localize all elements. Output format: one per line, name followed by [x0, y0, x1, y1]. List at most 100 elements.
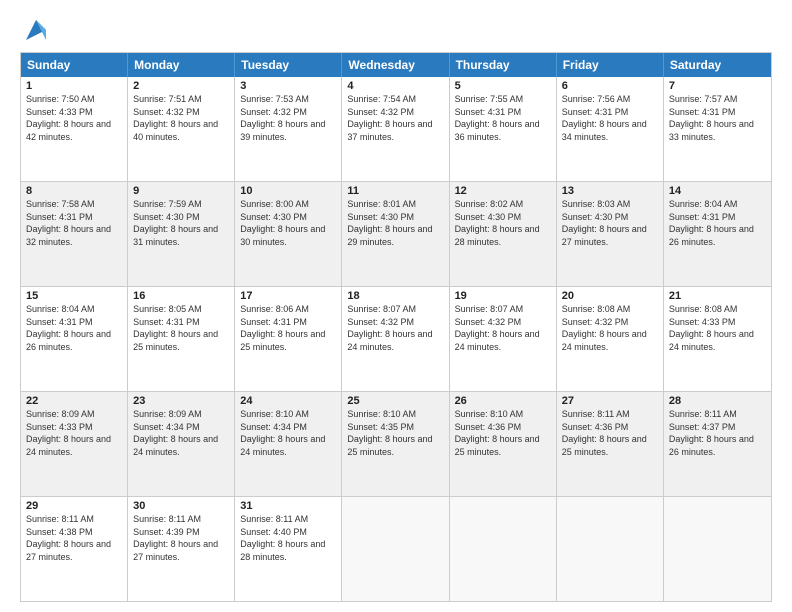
page: SundayMondayTuesdayWednesdayThursdayFrid…	[0, 0, 792, 612]
day-number: 22	[26, 395, 122, 407]
day-number: 17	[240, 290, 336, 302]
cell-info: Sunrise: 7:53 AM Sunset: 4:32 PM Dayligh…	[240, 94, 325, 142]
table-row: 18 Sunrise: 8:07 AM Sunset: 4:32 PM Dayli…	[342, 287, 449, 391]
cell-info: Sunrise: 8:11 AM Sunset: 4:40 PM Dayligh…	[240, 514, 325, 562]
table-row: 23 Sunrise: 8:09 AM Sunset: 4:34 PM Dayli…	[128, 392, 235, 496]
table-row: 7Sunrise: 7:57 AM Sunset: 4:31 PM Daylig…	[664, 77, 771, 181]
cell-info: Sunrise: 8:10 AM Sunset: 4:34 PM Dayligh…	[240, 409, 325, 457]
day-number: 4	[347, 80, 443, 92]
header-day-wednesday: Wednesday	[342, 53, 449, 77]
day-number: 15	[26, 290, 122, 302]
table-row: 13 Sunrise: 8:03 AM Sunset: 4:30 PM Dayli…	[557, 182, 664, 286]
table-row: 4Sunrise: 7:54 AM Sunset: 4:32 PM Daylig…	[342, 77, 449, 181]
header-day-friday: Friday	[557, 53, 664, 77]
calendar-row: 29 Sunrise: 8:11 AM Sunset: 4:38 PM Dayli…	[21, 496, 771, 601]
table-row: 2 Sunrise: 7:51 AM Sunset: 4:32 PM Daylig…	[128, 77, 235, 181]
calendar-body: 1Sunrise: 7:50 AM Sunset: 4:33 PM Daylig…	[21, 77, 771, 601]
cell-info: Sunrise: 8:02 AM Sunset: 4:30 PM Dayligh…	[455, 199, 540, 247]
table-row: 9 Sunrise: 7:59 AM Sunset: 4:30 PM Daylig…	[128, 182, 235, 286]
cell-info: Sunrise: 7:55 AM Sunset: 4:31 PM Dayligh…	[455, 94, 540, 142]
header-day-tuesday: Tuesday	[235, 53, 342, 77]
cell-info: Sunrise: 7:57 AM Sunset: 4:31 PM Dayligh…	[669, 94, 754, 142]
cell-info: Sunrise: 8:01 AM Sunset: 4:30 PM Dayligh…	[347, 199, 432, 247]
day-number: 3	[240, 80, 336, 92]
day-number: 21	[669, 290, 766, 302]
day-number: 27	[562, 395, 658, 407]
table-row: 17 Sunrise: 8:06 AM Sunset: 4:31 PM Dayli…	[235, 287, 342, 391]
logo	[20, 16, 50, 44]
table-row: 12 Sunrise: 8:02 AM Sunset: 4:30 PM Dayli…	[450, 182, 557, 286]
day-number: 9	[133, 185, 229, 197]
day-number: 12	[455, 185, 551, 197]
day-number: 30	[133, 500, 229, 512]
logo-icon	[22, 16, 50, 44]
cell-info: Sunrise: 8:11 AM Sunset: 4:38 PM Dayligh…	[26, 514, 111, 562]
cell-info: Sunrise: 7:50 AM Sunset: 4:33 PM Dayligh…	[26, 94, 111, 142]
cell-info: Sunrise: 8:11 AM Sunset: 4:37 PM Dayligh…	[669, 409, 754, 457]
day-number: 29	[26, 500, 122, 512]
cell-info: Sunrise: 8:10 AM Sunset: 4:36 PM Dayligh…	[455, 409, 540, 457]
cell-info: Sunrise: 8:06 AM Sunset: 4:31 PM Dayligh…	[240, 304, 325, 352]
day-number: 10	[240, 185, 336, 197]
header-day-thursday: Thursday	[450, 53, 557, 77]
day-number: 19	[455, 290, 551, 302]
cell-info: Sunrise: 8:10 AM Sunset: 4:35 PM Dayligh…	[347, 409, 432, 457]
cell-info: Sunrise: 8:07 AM Sunset: 4:32 PM Dayligh…	[455, 304, 540, 352]
cell-info: Sunrise: 8:11 AM Sunset: 4:39 PM Dayligh…	[133, 514, 218, 562]
table-row: 28 Sunrise: 8:11 AM Sunset: 4:37 PM Dayli…	[664, 392, 771, 496]
day-number: 23	[133, 395, 229, 407]
table-row: 27 Sunrise: 8:11 AM Sunset: 4:36 PM Dayli…	[557, 392, 664, 496]
cell-info: Sunrise: 7:59 AM Sunset: 4:30 PM Dayligh…	[133, 199, 218, 247]
day-number: 26	[455, 395, 551, 407]
cell-info: Sunrise: 8:11 AM Sunset: 4:36 PM Dayligh…	[562, 409, 647, 457]
calendar-row: 8 Sunrise: 7:58 AM Sunset: 4:31 PM Daylig…	[21, 181, 771, 286]
table-row	[342, 497, 449, 601]
day-number: 13	[562, 185, 658, 197]
calendar-row: 1Sunrise: 7:50 AM Sunset: 4:33 PM Daylig…	[21, 77, 771, 181]
cell-info: Sunrise: 8:07 AM Sunset: 4:32 PM Dayligh…	[347, 304, 432, 352]
cell-info: Sunrise: 8:03 AM Sunset: 4:30 PM Dayligh…	[562, 199, 647, 247]
day-number: 2	[133, 80, 229, 92]
table-row: 22 Sunrise: 8:09 AM Sunset: 4:33 PM Dayli…	[21, 392, 128, 496]
cell-info: Sunrise: 7:56 AM Sunset: 4:31 PM Dayligh…	[562, 94, 647, 142]
table-row: 3 Sunrise: 7:53 AM Sunset: 4:32 PM Daylig…	[235, 77, 342, 181]
day-number: 28	[669, 395, 766, 407]
cell-info: Sunrise: 8:09 AM Sunset: 4:34 PM Dayligh…	[133, 409, 218, 457]
day-number: 24	[240, 395, 336, 407]
day-number: 18	[347, 290, 443, 302]
day-number: 20	[562, 290, 658, 302]
table-row: 6 Sunrise: 7:56 AM Sunset: 4:31 PM Daylig…	[557, 77, 664, 181]
table-row: 31Sunrise: 8:11 AM Sunset: 4:40 PM Dayli…	[235, 497, 342, 601]
calendar: SundayMondayTuesdayWednesdayThursdayFrid…	[20, 52, 772, 602]
cell-info: Sunrise: 7:51 AM Sunset: 4:32 PM Dayligh…	[133, 94, 218, 142]
table-row: 21 Sunrise: 8:08 AM Sunset: 4:33 PM Dayli…	[664, 287, 771, 391]
header-day-sunday: Sunday	[21, 53, 128, 77]
table-row	[557, 497, 664, 601]
table-row: 8 Sunrise: 7:58 AM Sunset: 4:31 PM Daylig…	[21, 182, 128, 286]
table-row	[450, 497, 557, 601]
cell-info: Sunrise: 7:58 AM Sunset: 4:31 PM Dayligh…	[26, 199, 111, 247]
calendar-row: 22 Sunrise: 8:09 AM Sunset: 4:33 PM Dayli…	[21, 391, 771, 496]
table-row: 24 Sunrise: 8:10 AM Sunset: 4:34 PM Dayli…	[235, 392, 342, 496]
cell-info: Sunrise: 8:09 AM Sunset: 4:33 PM Dayligh…	[26, 409, 111, 457]
table-row: 10Sunrise: 8:00 AM Sunset: 4:30 PM Dayli…	[235, 182, 342, 286]
table-row: 30 Sunrise: 8:11 AM Sunset: 4:39 PM Dayli…	[128, 497, 235, 601]
day-number: 8	[26, 185, 122, 197]
header-day-saturday: Saturday	[664, 53, 771, 77]
table-row: 20Sunrise: 8:08 AM Sunset: 4:32 PM Dayli…	[557, 287, 664, 391]
header	[20, 16, 772, 44]
table-row: 14Sunrise: 8:04 AM Sunset: 4:31 PM Dayli…	[664, 182, 771, 286]
day-number: 6	[562, 80, 658, 92]
cell-info: Sunrise: 8:04 AM Sunset: 4:31 PM Dayligh…	[669, 199, 754, 247]
day-number: 16	[133, 290, 229, 302]
table-row: 29 Sunrise: 8:11 AM Sunset: 4:38 PM Dayli…	[21, 497, 128, 601]
cell-info: Sunrise: 8:08 AM Sunset: 4:33 PM Dayligh…	[669, 304, 754, 352]
table-row: 16 Sunrise: 8:05 AM Sunset: 4:31 PM Dayli…	[128, 287, 235, 391]
cell-info: Sunrise: 8:04 AM Sunset: 4:31 PM Dayligh…	[26, 304, 111, 352]
table-row: 11 Sunrise: 8:01 AM Sunset: 4:30 PM Dayli…	[342, 182, 449, 286]
table-row: 19 Sunrise: 8:07 AM Sunset: 4:32 PM Dayli…	[450, 287, 557, 391]
day-number: 11	[347, 185, 443, 197]
table-row: 15 Sunrise: 8:04 AM Sunset: 4:31 PM Dayli…	[21, 287, 128, 391]
cell-info: Sunrise: 8:05 AM Sunset: 4:31 PM Dayligh…	[133, 304, 218, 352]
table-row: 26 Sunrise: 8:10 AM Sunset: 4:36 PM Dayli…	[450, 392, 557, 496]
